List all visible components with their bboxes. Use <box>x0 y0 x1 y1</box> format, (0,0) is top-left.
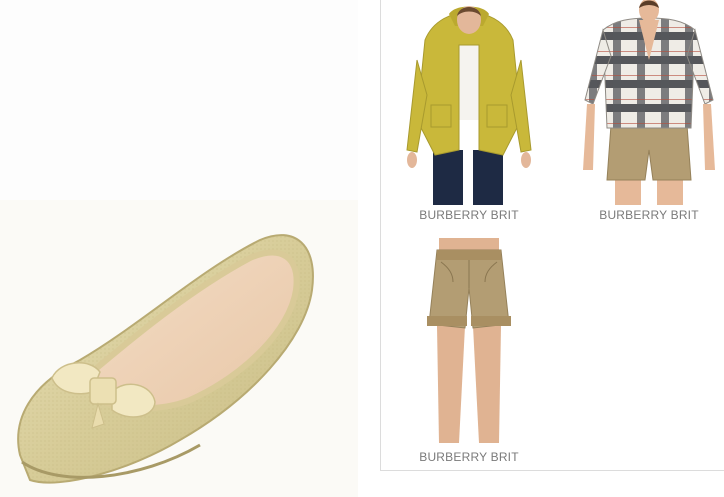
product-brand-label[interactable]: BURBERRY BRIT <box>403 450 535 464</box>
product-brand-label[interactable]: BURBERRY BRIT <box>581 208 717 222</box>
ballet-flat-image[interactable] <box>0 0 358 497</box>
product-brand-label[interactable]: BURBERRY BRIT <box>403 208 535 222</box>
product-image-jacket[interactable] <box>403 0 535 205</box>
product-grid-panel: BURBERRY BRIT BURBERRY BRIT BURBERRY BRI… <box>380 0 724 471</box>
product-image-check-shirt[interactable] <box>581 0 717 205</box>
product-card[interactable]: BURBERRY BRIT <box>403 0 535 225</box>
product-card[interactable]: BURBERRY BRIT <box>403 238 535 466</box>
product-image-khaki-shorts[interactable] <box>403 238 535 443</box>
hero-image-panel <box>0 0 358 497</box>
product-card[interactable]: BURBERRY BRIT <box>581 0 717 225</box>
